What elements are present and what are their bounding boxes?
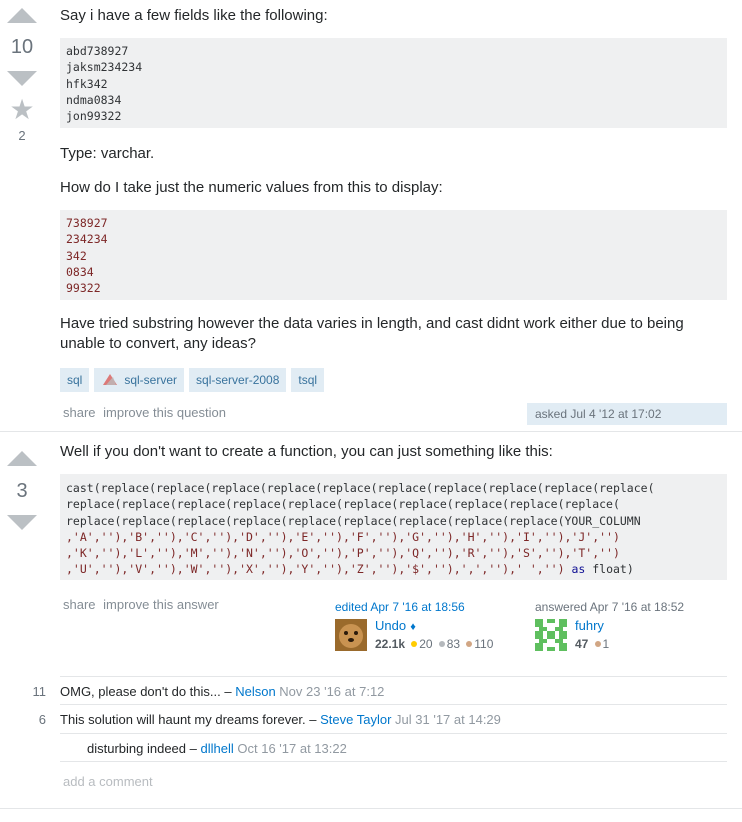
answer-intro: Well if you don't want to create a funct… <box>60 443 553 460</box>
tag-sql[interactable]: sql <box>60 368 90 392</box>
question-vote-count: 10 <box>10 36 34 58</box>
comment-1-score: 11 <box>32 684 47 699</box>
answer-vote-count: 3 <box>16 480 28 502</box>
comment-2-date[interactable]: Jul 31 '17 at 14:29 <box>395 712 501 727</box>
question-intro: Say i have a few fields like the followi… <box>60 7 328 24</box>
question-body: Say i have a few fields like the followi… <box>60 6 727 392</box>
code-line-2: replace(replace(replace(replace(replace(… <box>66 497 620 512</box>
upvote-arrow-icon[interactable] <box>7 8 37 23</box>
answer-downvote-arrow-icon[interactable] <box>7 515 37 530</box>
comment-2-user[interactable]: Steve Taylor <box>320 712 391 727</box>
answer-post-menu: share improve this answer <box>63 597 223 612</box>
fuhry-bronze-badge-icon <box>594 640 601 647</box>
user-undo[interactable]: Undo <box>375 618 406 633</box>
avatar-fuhry[interactable] <box>535 619 567 651</box>
code-type-float: float) <box>592 562 634 577</box>
comment-divider-1 <box>60 704 727 705</box>
comment-2: 6 This solution will haunt my dreams for… <box>39 711 727 728</box>
comment-divider-2 <box>60 733 727 734</box>
comment-3-text: disturbing indeed <box>87 741 187 756</box>
favorite-star-icon[interactable]: ★ <box>0 96 44 124</box>
code-line-6: ,'U',''),'V',''),'W',''),'X',''),'Y','')… <box>66 562 565 577</box>
comment-3: disturbing indeed – dllhell Oct 16 '17 a… <box>87 740 727 757</box>
undo-gold-count: 20 <box>419 637 433 651</box>
answer-body: Well if you don't want to create a funct… <box>60 442 727 580</box>
answer-upvote-arrow-icon[interactable] <box>7 451 37 466</box>
comment-2-dash: – <box>305 712 321 727</box>
moderator-diamond-icon: ♦ <box>410 621 416 633</box>
answer-bottom-divider <box>0 808 742 809</box>
question-vote-cell: 10 ★ 2 <box>0 8 44 143</box>
question-tried-line: Have tried substring however the data va… <box>60 315 684 352</box>
tag-list: sql sql-server sql-server-2008 tsql <box>60 368 727 392</box>
bronze-badge-icon <box>466 640 473 647</box>
improve-answer-link[interactable]: improve this answer <box>103 597 219 612</box>
add-comment-link[interactable]: add a comment <box>63 774 153 789</box>
gold-badge-icon <box>411 640 418 647</box>
silver-badge-icon <box>438 640 445 647</box>
comment-1: 11 OMG, please don't do this... – Nelson… <box>33 683 727 700</box>
edited-signature: edited Apr 7 '16 at 18:56 Undo ♦ 22.1k 2… <box>335 600 525 651</box>
comment-2-score: 6 <box>38 712 46 727</box>
code-block-replace: cast(replace(replace(replace(replace(rep… <box>60 474 727 580</box>
avatar-undo[interactable] <box>335 619 367 651</box>
favorite-count: 2 <box>18 128 26 143</box>
code-block-numbers: 738927 234234 342 0834 99322 <box>60 210 727 300</box>
user-fuhry[interactable]: fuhry <box>575 618 604 633</box>
comment-divider-top <box>60 676 727 677</box>
fuhry-reputation: 47 1 <box>575 635 609 652</box>
tag-sql-server[interactable]: sql-server <box>94 368 185 392</box>
answer-post: 3 Well if you don't want to create a fun… <box>0 432 742 822</box>
edited-action[interactable]: edited Apr 7 '16 at 18:56 <box>335 600 525 614</box>
comment-1-text: OMG, please don't do this... <box>60 684 221 699</box>
comment-1-date[interactable]: Nov 23 '16 at 7:12 <box>279 684 384 699</box>
improve-question-link[interactable]: improve this question <box>103 405 226 420</box>
code-keyword-as: as <box>571 562 586 577</box>
undo-rep: 22.1k <box>375 637 406 651</box>
comment-1-user[interactable]: Nelson <box>235 684 275 699</box>
tag-sql-server-2008[interactable]: sql-server-2008 <box>189 368 287 392</box>
question-type-line: Type: varchar. <box>60 145 155 162</box>
code-line-4: ,'A',''),'B',''),'C',''),'D',''),'E','')… <box>66 529 620 544</box>
question-post: 10 ★ 2 Say i have a few fields like the … <box>0 0 742 430</box>
question-how-line: How do I take just the numeric values fr… <box>60 179 443 196</box>
comment-3-user[interactable]: dllhell <box>201 741 234 756</box>
share-link[interactable]: share <box>63 405 96 420</box>
answer-vote-cell: 3 <box>0 451 44 530</box>
fuhry-bronze-count: 1 <box>602 637 610 651</box>
tag-sql-server-label: sql-server <box>124 373 178 387</box>
answered-signature: answered Apr 7 '16 at 18:52 fuhry 47 1 <box>535 600 727 651</box>
undo-silver-count: 83 <box>446 637 461 651</box>
comment-3-dash: – <box>186 741 201 756</box>
answer-share-link[interactable]: share <box>63 597 96 612</box>
comment-2-text: This solution will haunt my dreams forev… <box>60 712 306 727</box>
answered-action[interactable]: answered Apr 7 '16 at 18:52 <box>535 600 727 614</box>
asked-signature: asked Jul 4 '12 at 17:02 <box>527 403 727 425</box>
undo-reputation: 22.1k 20 83 110 <box>375 635 493 652</box>
tag-tsql[interactable]: tsql <box>291 368 325 392</box>
code-line-1: cast(replace(replace(replace(replace(rep… <box>66 481 655 495</box>
comment-3-date[interactable]: Oct 16 '17 at 13:22 <box>237 741 346 756</box>
question-post-menu: share improve this question <box>63 405 230 420</box>
fuhry-rep: 47 <box>575 637 589 651</box>
downvote-arrow-icon[interactable] <box>7 71 37 86</box>
code-line-3: replace(replace(replace(replace(replace(… <box>66 513 641 528</box>
undo-bronze-count: 110 <box>474 637 494 651</box>
code-line-5: ,'K',''),'L',''),'M',''),'N',''),'O','')… <box>66 546 620 561</box>
code-block-fields: abd738927 jaksm234234 hfk342 ndma0834 jo… <box>60 38 727 128</box>
comment-divider-3 <box>60 761 727 762</box>
comment-1-dash: – <box>220 684 236 699</box>
sql-server-logo-icon <box>103 374 118 385</box>
